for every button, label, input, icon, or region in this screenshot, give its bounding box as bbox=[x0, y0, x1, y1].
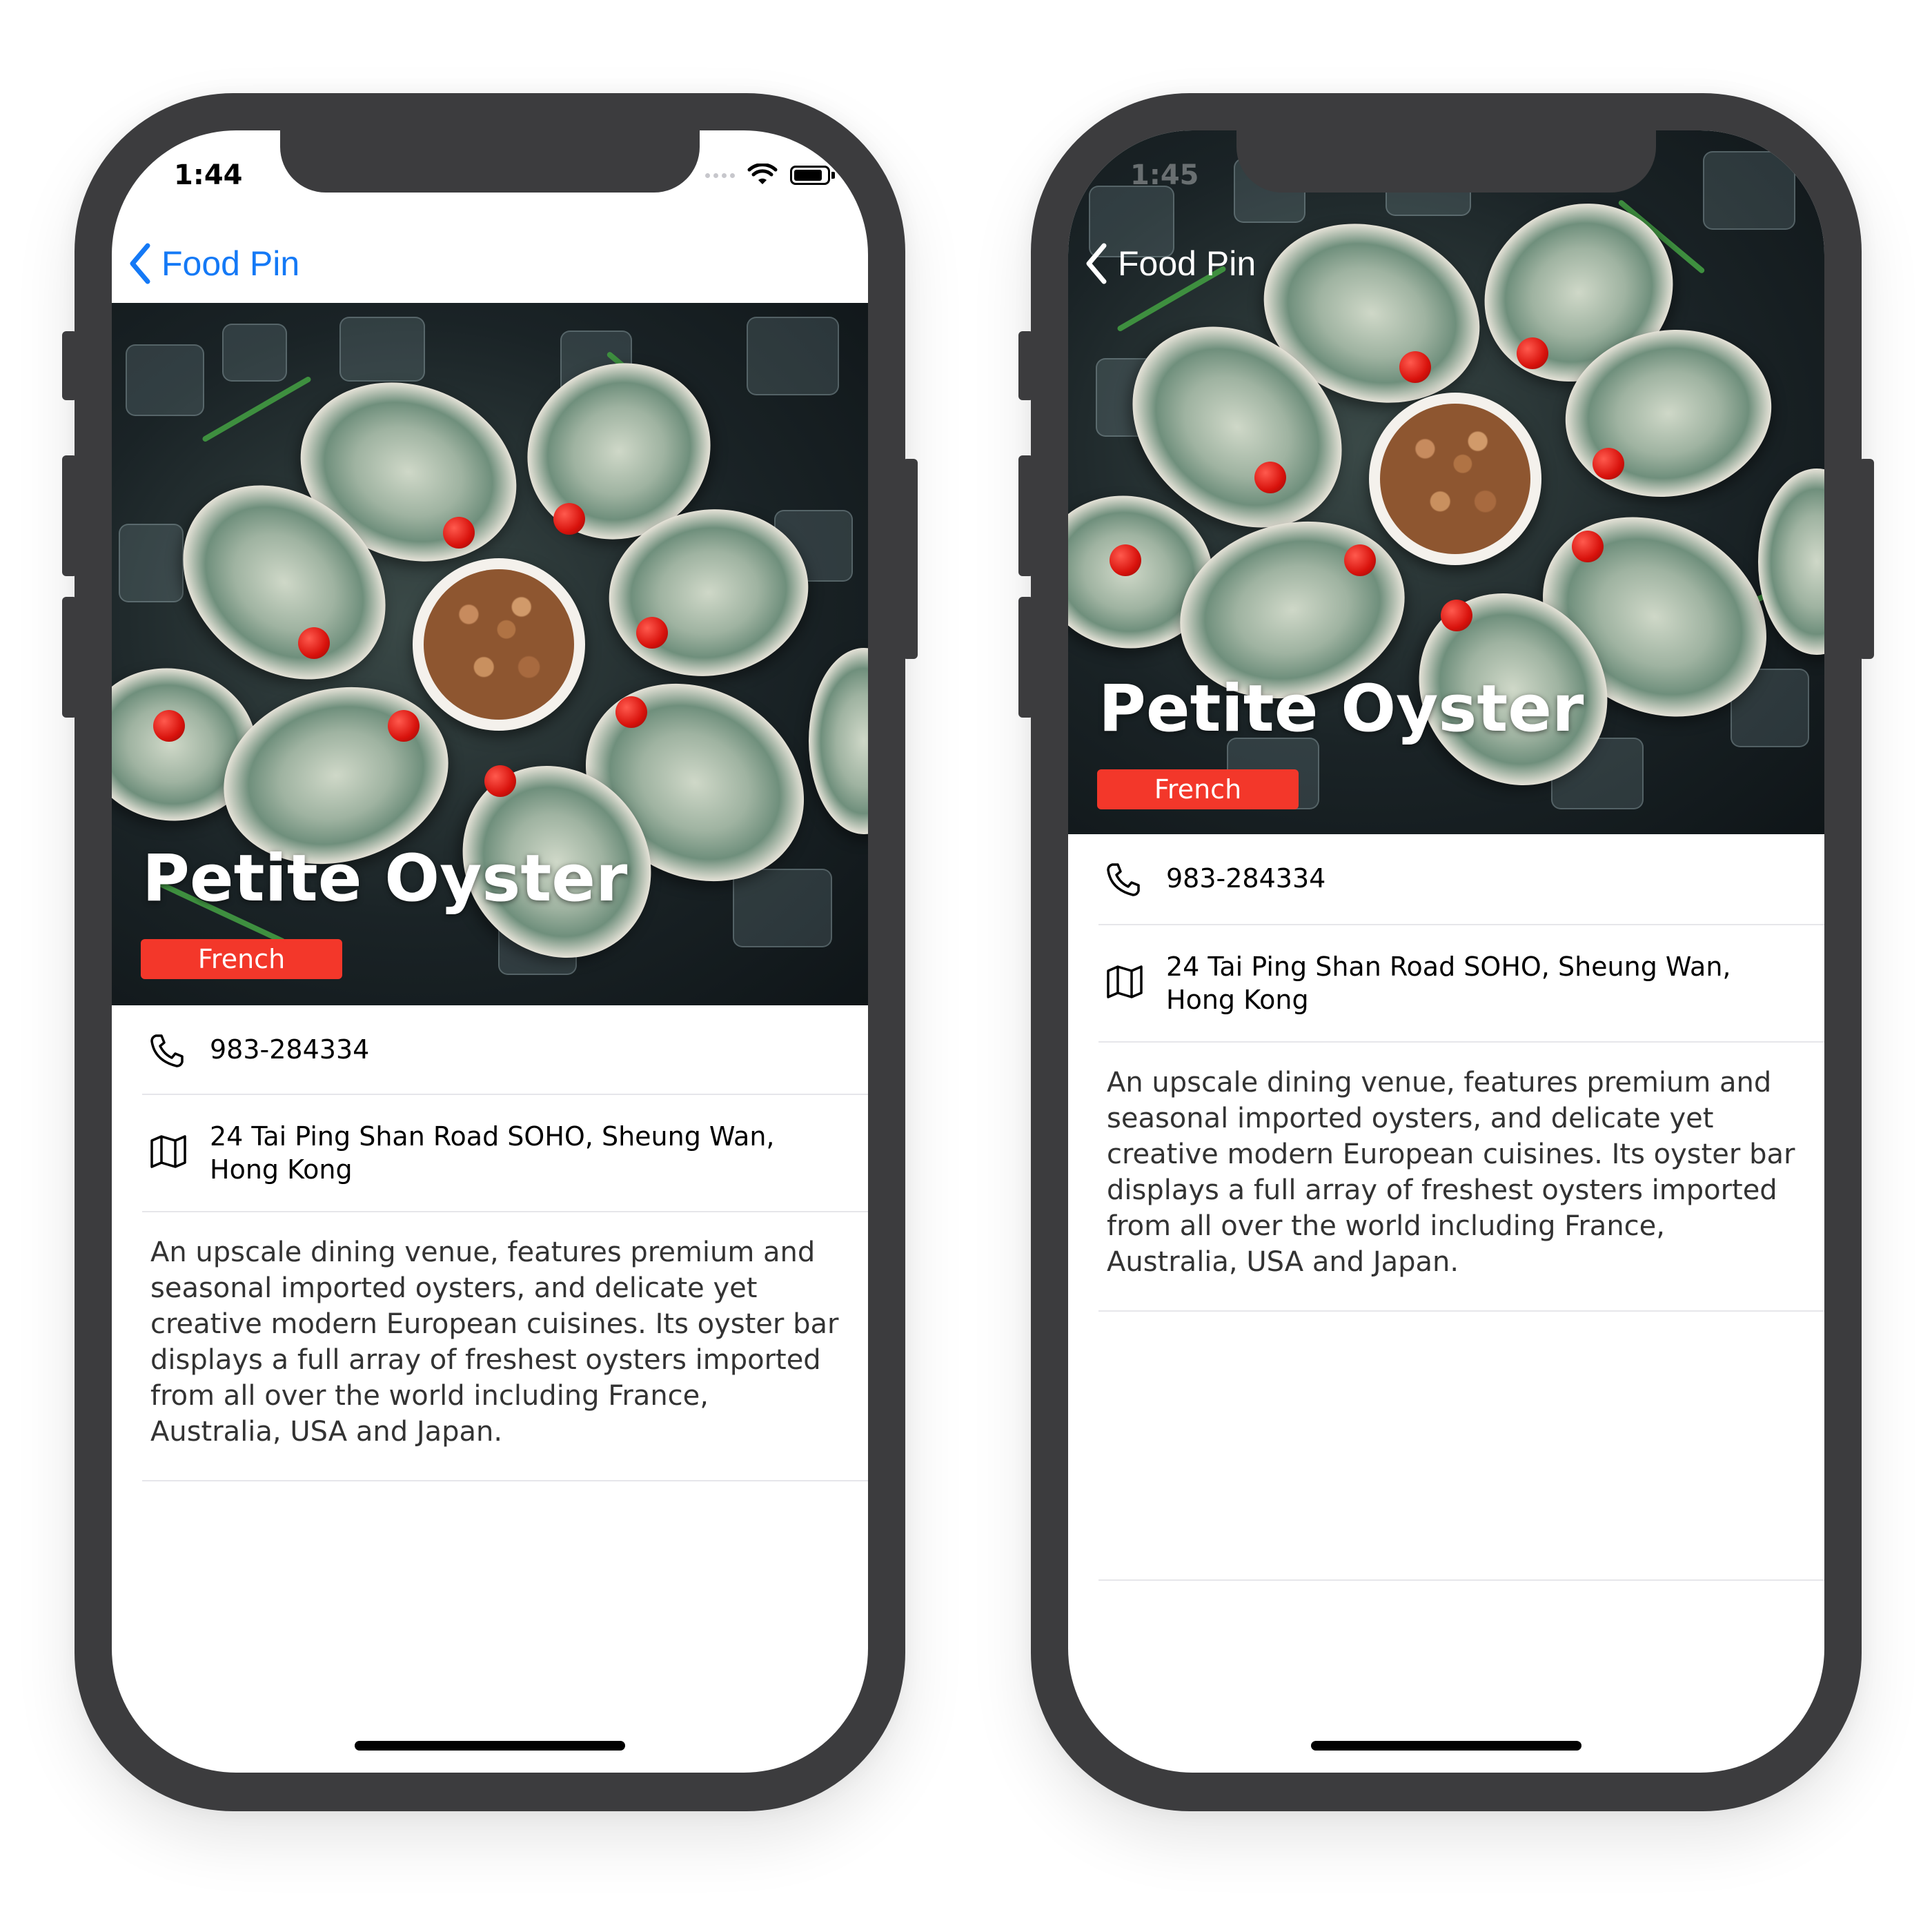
description-text: An upscale dining venue, features premiu… bbox=[1107, 1067, 1795, 1278]
chevron-left-icon bbox=[130, 243, 150, 284]
phone-icon bbox=[150, 1034, 184, 1067]
address-row[interactable]: 24 Tai Ping Shan Road SOHO, Sheung Wan, … bbox=[1068, 925, 1824, 1041]
home-indicator[interactable] bbox=[1311, 1741, 1581, 1751]
phone-number: 983-284334 bbox=[210, 1034, 370, 1065]
silent-switch bbox=[1018, 331, 1034, 400]
separator bbox=[1098, 1310, 1824, 1312]
notch bbox=[280, 130, 700, 193]
header-image: Petite Oyster French bbox=[112, 303, 868, 1005]
phone-number: 983-284334 bbox=[1166, 863, 1326, 894]
phone-left: 1:44 Food Pin Petite Oyster French 983-2… bbox=[62, 93, 918, 1811]
screen: Petite Oyster French 1:45 Food Pin 983-2… bbox=[1068, 130, 1824, 1773]
screen: 1:44 Food Pin Petite Oyster French 983-2… bbox=[112, 130, 868, 1773]
description-text: An upscale dining venue, features premiu… bbox=[150, 1236, 839, 1448]
address-text: 24 Tai Ping Shan Road SOHO, Sheung Wan, … bbox=[210, 1121, 775, 1185]
address-text: 24 Tai Ping Shan Road SOHO, Sheung Wan, … bbox=[1166, 952, 1731, 1015]
back-button-label: Food Pin bbox=[161, 244, 300, 283]
separator bbox=[142, 1211, 868, 1212]
phone-row[interactable]: 983-284334 bbox=[112, 1005, 868, 1094]
volume-down-button bbox=[62, 597, 77, 718]
phone-icon bbox=[1107, 863, 1140, 896]
power-button bbox=[903, 459, 918, 659]
wifi-icon bbox=[747, 164, 778, 184]
volume-up-button bbox=[62, 455, 77, 576]
phone-row[interactable]: 983-284334 bbox=[1068, 834, 1824, 924]
silent-switch bbox=[62, 331, 77, 400]
map-icon bbox=[1107, 965, 1143, 998]
notch bbox=[1236, 130, 1656, 193]
address-row[interactable]: 24 Tai Ping Shan Road SOHO, Sheung Wan, … bbox=[112, 1095, 868, 1211]
volume-up-button bbox=[1018, 455, 1034, 576]
status-icons bbox=[705, 164, 835, 187]
separator bbox=[1098, 1041, 1824, 1043]
back-button-label: Food Pin bbox=[1118, 244, 1256, 283]
battery-icon bbox=[790, 166, 830, 185]
restaurant-name: Petite Oyster bbox=[142, 841, 628, 916]
status-time: 1:44 bbox=[174, 159, 243, 191]
navigation-bar: Food Pin bbox=[1068, 230, 1824, 296]
restaurant-name: Petite Oyster bbox=[1098, 671, 1584, 747]
separator bbox=[1098, 1579, 1824, 1581]
power-button bbox=[1859, 459, 1874, 659]
back-button[interactable]: Food Pin bbox=[1085, 243, 1256, 284]
bowl bbox=[1369, 393, 1541, 565]
volume-down-button bbox=[1018, 597, 1034, 718]
bowl bbox=[413, 558, 585, 731]
navigation-bar: Food Pin bbox=[112, 230, 868, 296]
phone-right: Petite Oyster French 1:45 Food Pin 983-2… bbox=[1018, 93, 1874, 1811]
separator bbox=[142, 1480, 868, 1481]
home-indicator[interactable] bbox=[355, 1741, 625, 1751]
restaurant-type-badge: French bbox=[141, 939, 342, 979]
map-icon bbox=[150, 1135, 186, 1168]
signal-icon bbox=[705, 172, 735, 178]
status-time: 1:45 bbox=[1130, 159, 1199, 191]
restaurant-type-badge: French bbox=[1097, 769, 1299, 809]
battery-tip bbox=[831, 172, 835, 179]
chevron-left-icon bbox=[1086, 243, 1107, 284]
back-button[interactable]: Food Pin bbox=[128, 243, 299, 284]
